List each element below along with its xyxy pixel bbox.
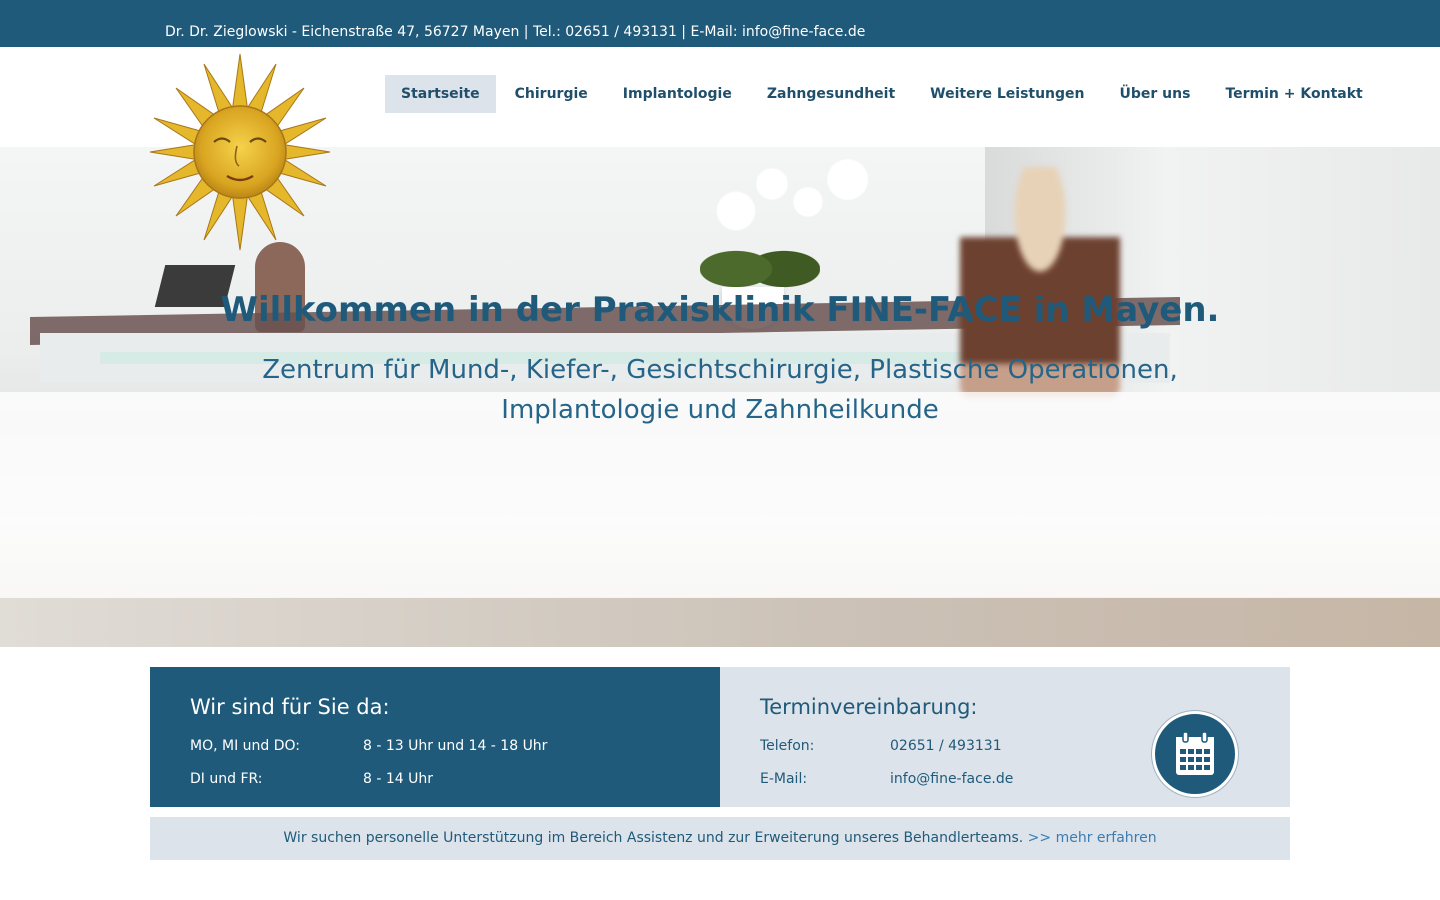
info-section: Wir sind für Sie da: MO, MI und DO: 8 - 1… xyxy=(150,667,1290,807)
nav-item-termin-kontakt[interactable]: Termin + Kontakt xyxy=(1209,75,1378,113)
opening-hours-heading: Wir sind für Sie da: xyxy=(190,695,390,719)
opening-hours-panel: Wir sind für Sie da: MO, MI und DO: 8 - 1… xyxy=(150,667,720,807)
main-navigation: Startseite Chirurgie Implantologie Zahng… xyxy=(385,75,1382,113)
sun-logo[interactable] xyxy=(148,52,332,252)
nav-item-weitere-leistungen[interactable]: Weitere Leistungen xyxy=(914,75,1100,113)
top-contact-bar: Dr. Dr. Zieglowski - Eichenstraße 47, 56… xyxy=(0,0,1440,47)
phone-number-link[interactable]: 02651 / 493131 xyxy=(890,738,1002,754)
opening-hours-times: 8 - 13 Uhr und 14 - 18 Uhr xyxy=(363,738,548,754)
email-link[interactable]: info@fine-face.de xyxy=(890,771,1013,787)
opening-hours-times: 8 - 14 Uhr xyxy=(363,771,433,787)
hero-floor xyxy=(0,597,1440,647)
job-notice-bar: Wir suchen personelle Unterstützung im B… xyxy=(150,817,1290,860)
appointment-heading: Terminvereinbarung: xyxy=(760,695,978,719)
page-subtitle: Zentrum für Mund-, Kiefer-, Gesichtschir… xyxy=(262,355,1178,425)
appointment-calendar-button[interactable] xyxy=(1152,711,1238,797)
nav-item-startseite[interactable]: Startseite xyxy=(385,75,496,113)
job-notice-text: Wir suchen personelle Unterstützung im B… xyxy=(283,830,1024,846)
opening-hours-days: MO, MI und DO: xyxy=(190,738,301,754)
nav-item-implantologie[interactable]: Implantologie xyxy=(607,75,748,113)
job-notice-link[interactable]: >> mehr erfahren xyxy=(1028,830,1157,846)
email-row: E-Mail: info@fine-face.de xyxy=(760,771,1013,787)
contact-info: Dr. Dr. Zieglowski - Eichenstraße 47, 56… xyxy=(165,24,866,40)
calendar-icon xyxy=(1176,732,1214,775)
page-title: Willkommen in der Praxisklinik FINE-FACE… xyxy=(220,290,1220,330)
opening-hours-days: DI und FR: xyxy=(190,771,263,787)
nav-item-ueber-uns[interactable]: Über uns xyxy=(1104,75,1207,113)
nav-item-chirurgie[interactable]: Chirurgie xyxy=(499,75,604,113)
phone-row: Telefon: 02651 / 493131 xyxy=(760,738,1002,754)
opening-hours-row: MO, MI und DO: 8 - 13 Uhr und 14 - 18 Uhr xyxy=(190,738,547,754)
nav-item-zahngesundheit[interactable]: Zahngesundheit xyxy=(751,75,911,113)
phone-label: Telefon: xyxy=(760,738,815,754)
appointment-panel: Terminvereinbarung: Telefon: 02651 / 4931… xyxy=(720,667,1290,807)
opening-hours-row: DI und FR: 8 - 14 Uhr xyxy=(190,771,433,787)
email-label: E-Mail: xyxy=(760,771,808,787)
